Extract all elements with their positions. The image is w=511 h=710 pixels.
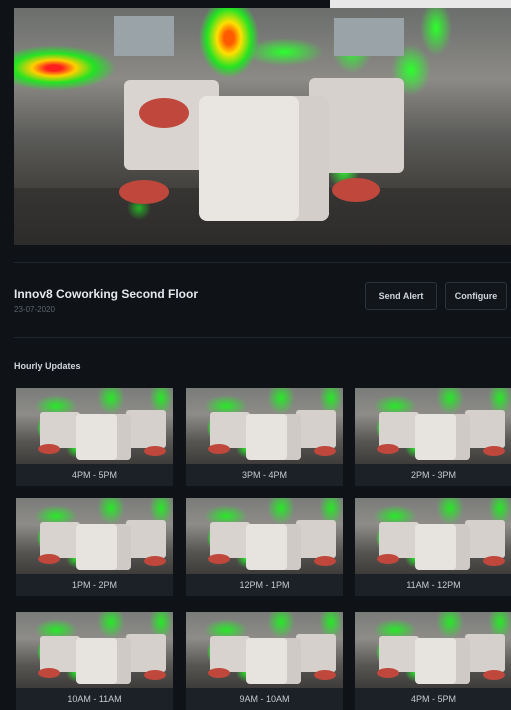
hourly-card[interactable]: 2PM - 3PM: [355, 388, 511, 486]
location-title: Innov8 Coworking Second Floor: [14, 287, 199, 301]
hourly-updates-heading: Hourly Updates: [14, 361, 81, 371]
hourly-card-label: 11AM - 12PM: [406, 580, 461, 590]
hourly-card[interactable]: 4PM - 5PM: [355, 612, 511, 710]
heatmap-thumbnail: [355, 388, 511, 464]
hourly-card[interactable]: 11AM - 12PM: [355, 498, 511, 596]
hourly-card-label: 9AM - 10AM: [239, 694, 290, 704]
heatmap-thumbnail: [16, 498, 173, 574]
top-edge-bar: [330, 0, 511, 8]
heatmap-thumbnail: [355, 498, 511, 574]
divider: [14, 262, 511, 263]
hourly-card[interactable]: 9AM - 10AM: [186, 612, 343, 710]
hourly-card[interactable]: 12PM - 1PM: [186, 498, 343, 596]
hourly-card[interactable]: 3PM - 4PM: [186, 388, 343, 486]
hourly-card-label: 2PM - 3PM: [410, 470, 456, 480]
hourly-card[interactable]: 4PM - 5PM: [16, 388, 173, 486]
send-alert-button[interactable]: Send Alert: [365, 282, 437, 310]
heatmap-thumbnail: [16, 612, 173, 688]
heatmap-thumbnail: [186, 612, 343, 688]
hourly-card-label: 12PM - 1PM: [239, 580, 290, 590]
heatmap-thumbnail: [16, 388, 173, 464]
location-date: 23-07-2020: [14, 305, 55, 314]
heatmap-main-image: [14, 8, 511, 245]
heatmap-thumbnail: [355, 612, 511, 688]
hourly-card-label: 4PM - 5PM: [71, 470, 117, 480]
hourly-card-label: 3PM - 4PM: [241, 470, 287, 480]
configure-button[interactable]: Configure: [445, 282, 507, 310]
hourly-card[interactable]: 1PM - 2PM: [16, 498, 173, 596]
divider: [14, 337, 511, 338]
hourly-card-label: 10AM - 11AM: [67, 694, 122, 704]
hourly-card[interactable]: 10AM - 11AM: [16, 612, 173, 710]
heatmap-thumbnail: [186, 498, 343, 574]
heatmap-thumbnail: [186, 388, 343, 464]
hourly-card-label: 1PM - 2PM: [71, 580, 117, 590]
hourly-card-label: 4PM - 5PM: [410, 694, 456, 704]
